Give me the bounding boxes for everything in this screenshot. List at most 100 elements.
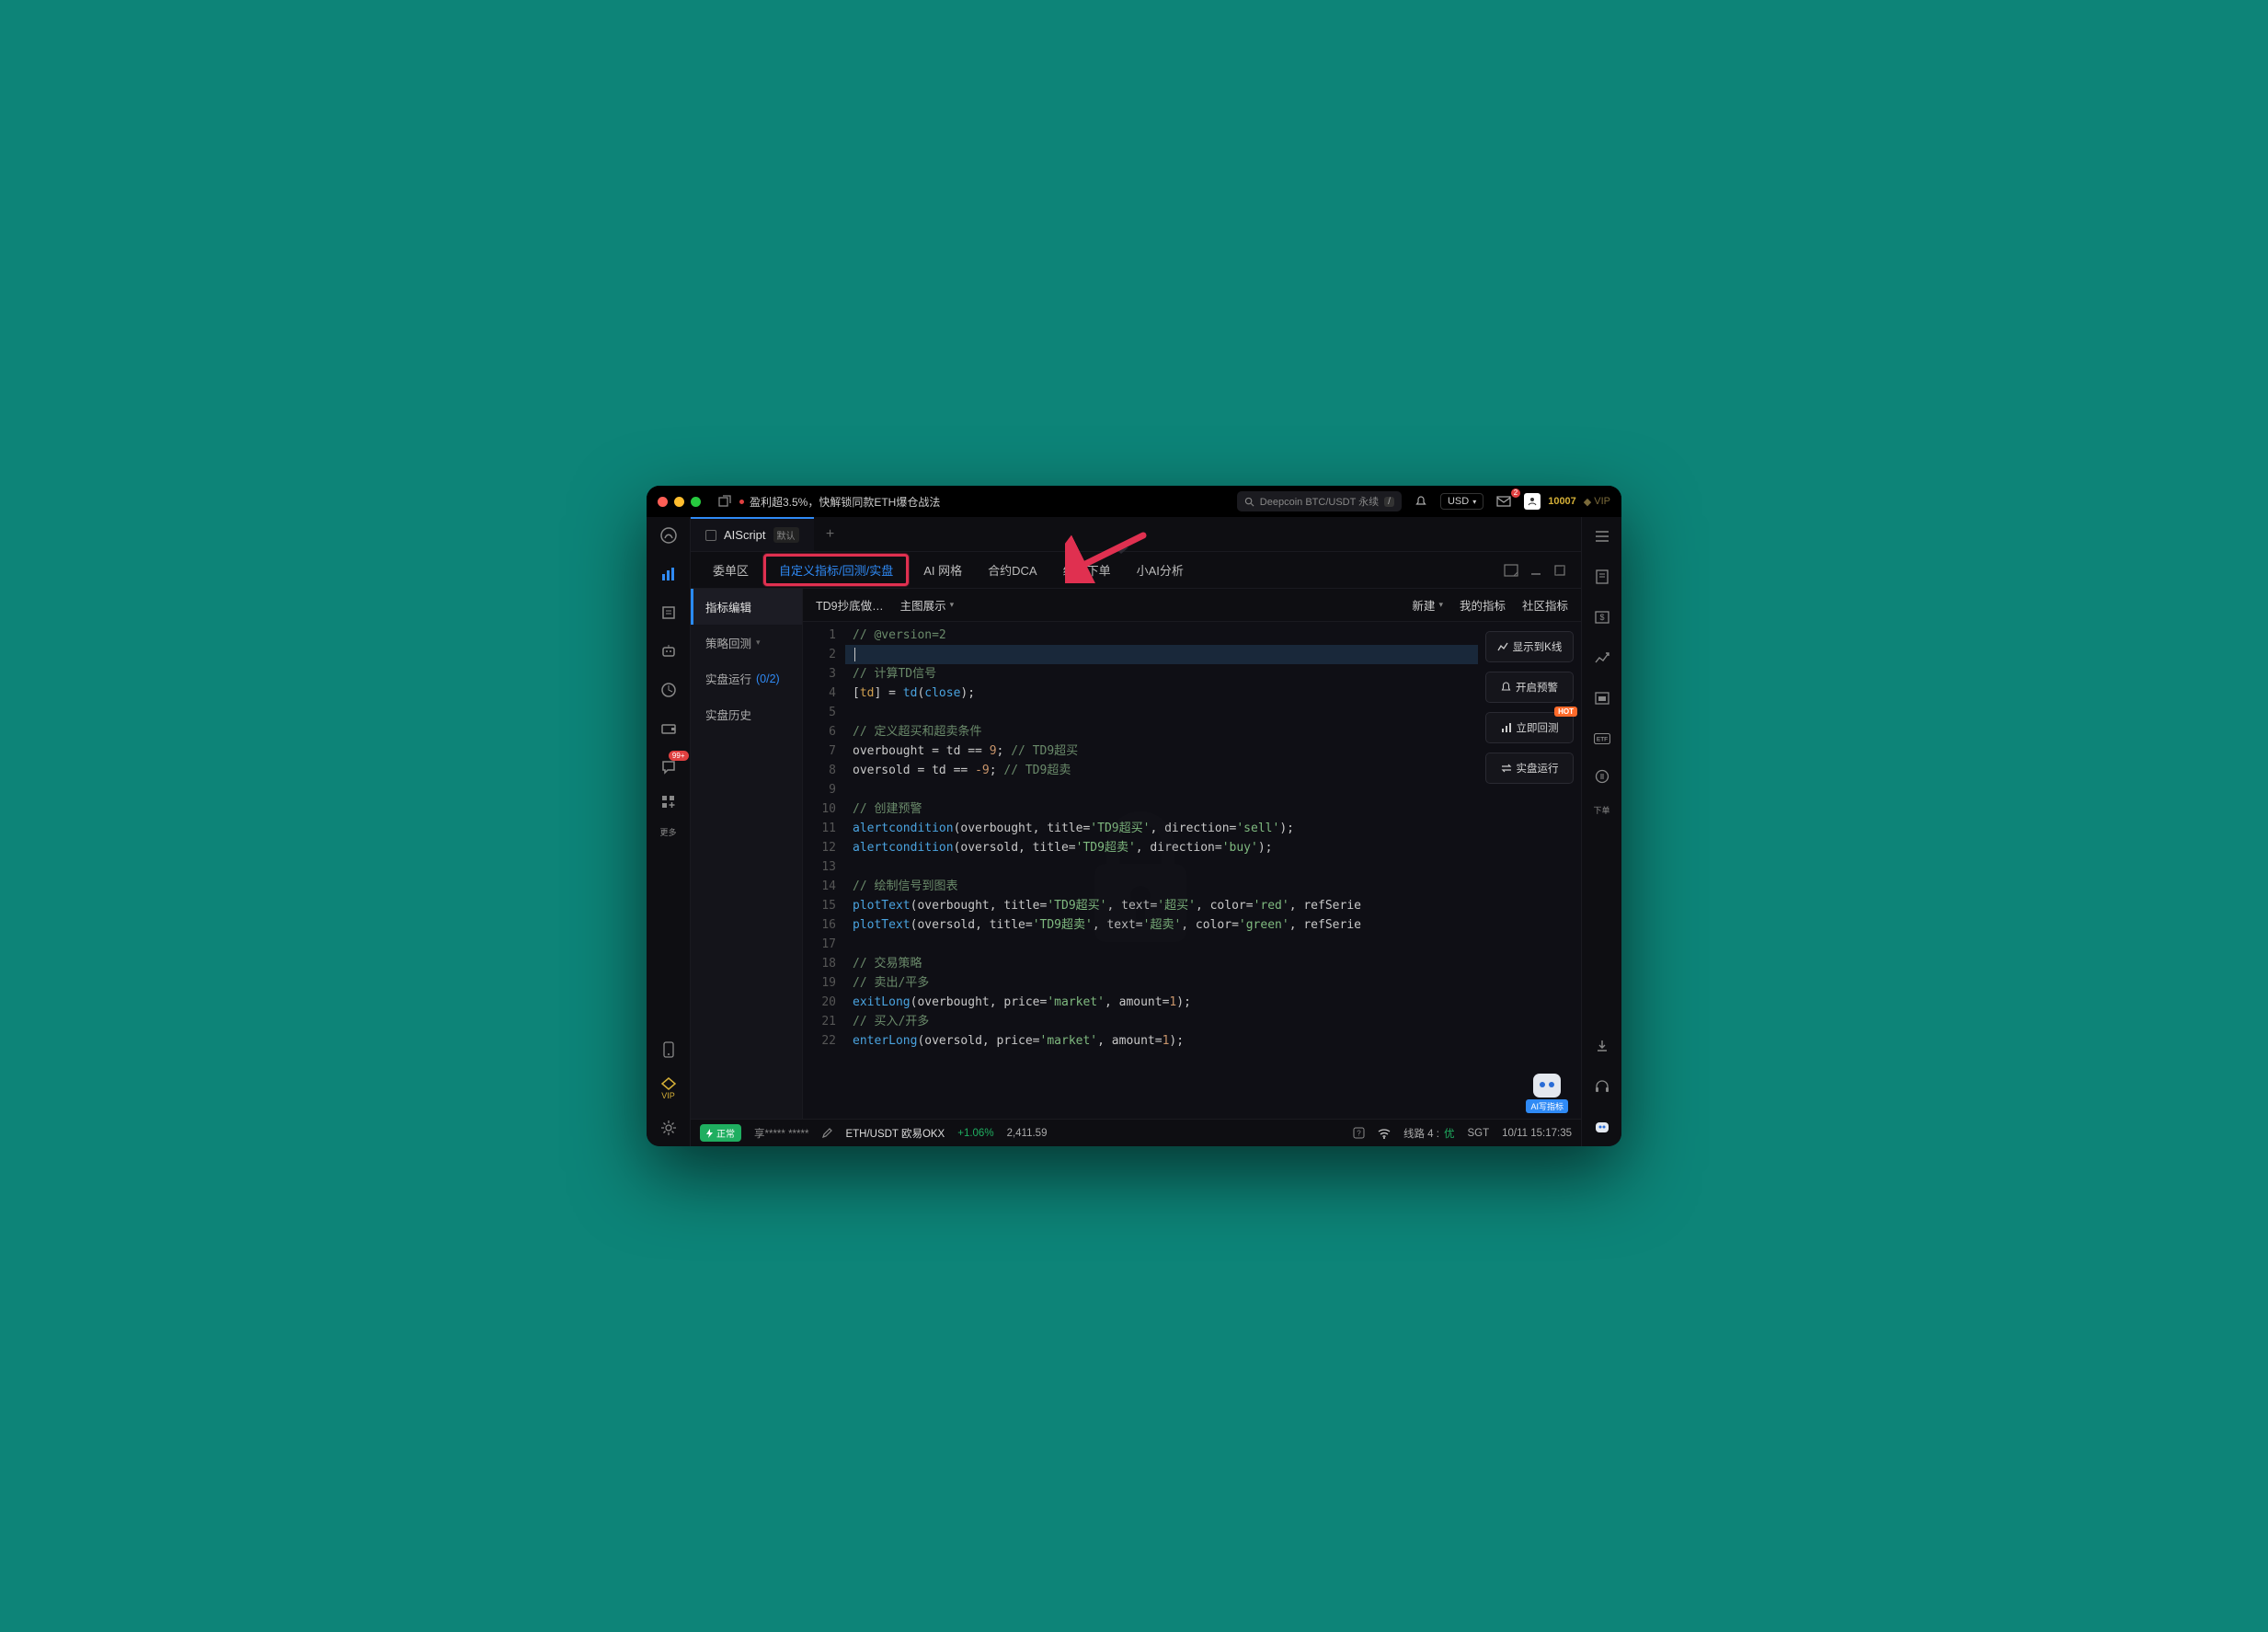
file-tab-name: AIScript [724,528,766,542]
show-on-kline-button[interactable]: 显示到K线 [1485,631,1574,662]
ai-assistant-float[interactable]: AI写指标 [1526,1074,1568,1113]
toolbar-item-4[interactable]: 组合下单 [1052,556,1122,584]
mail-icon[interactable]: 2 [1491,492,1517,511]
checkbox-icon[interactable] [705,530,716,541]
mail-badge: 2 [1511,488,1520,498]
rail-vip-icon[interactable]: VIP [658,1077,680,1100]
route-info[interactable]: 线路 4 : 优 [1403,1126,1454,1141]
rr-headset-icon[interactable] [1592,1076,1612,1097]
rr-order-icon[interactable] [1592,769,1612,784]
help-icon[interactable]: ? [1353,1127,1365,1139]
toolbar-item-0[interactable]: 委单区 [702,556,760,584]
code-line-6[interactable]: // 定义超买和超卖条件 [845,722,1478,741]
rr-panel-icon[interactable] [1592,688,1612,708]
my-indicators-link[interactable]: 我的指标 [1460,596,1506,614]
view-mode-dropdown[interactable]: 主图展示 ▾ [900,596,955,614]
new-button[interactable]: 新建 ▾ [1412,596,1443,614]
left-rail: 99+ 更多 VIP [647,517,691,1146]
code-line-19[interactable]: // 卖出/平多 [845,973,1478,993]
toolbar-item-2[interactable]: AI 网格 [912,556,973,584]
toolbar-item-1[interactable]: 自定义指标/回测/实盘 [763,554,909,586]
add-tab-button[interactable]: + [814,517,847,551]
right-rail: $ ETF 下单 [1581,517,1621,1146]
code-line-20[interactable]: exitLong(overbought, price='market', amo… [845,993,1478,1012]
tab-caret-icon [1114,547,1128,557]
toolbar-item-3[interactable]: 合约DCA [977,556,1048,584]
currency-selector[interactable]: USD ▾ [1440,493,1483,510]
close-dot[interactable] [658,497,668,507]
toolbar-item-5[interactable]: 小AI分析 [1126,556,1195,584]
rr-download-icon[interactable] [1592,1036,1612,1056]
wifi-icon[interactable] [1378,1128,1391,1139]
code-line-8[interactable]: oversold = td == -9; // TD9超卖 [845,761,1478,780]
code-line-3[interactable]: // 计算TD信号 [845,664,1478,684]
promo-bullet-icon [739,500,744,504]
community-indicators-link[interactable]: 社区指标 [1522,596,1568,614]
expand-icon[interactable] [1550,560,1570,580]
rr-list-icon[interactable] [1592,526,1612,546]
rr-bot-icon[interactable] [1592,1117,1612,1137]
app-window: 盈利超3.5%，快解锁同款ETH爆仓战法 Deepcoin BTC/USDT 永… [647,486,1621,1146]
status-badge[interactable]: 正常 [700,1124,741,1142]
script-name-dropdown[interactable]: TD9抄底做… [816,596,884,614]
side-panel-item-3[interactable]: 实盘历史 [691,696,802,732]
side-panel-item-2[interactable]: 实盘运行 (0/2) [691,661,802,696]
live-run-button[interactable]: 实盘运行 [1485,753,1574,784]
code-line-13[interactable] [845,857,1478,877]
side-panel-item-1[interactable]: 策略回测▾ [691,625,802,661]
code-line-4[interactable]: [td] = td(close); [845,684,1478,703]
enable-alert-button[interactable]: 开启预警 [1485,672,1574,703]
user-avatar[interactable] [1524,493,1541,510]
datetime-label: 10/11 15:17:35 [1502,1128,1572,1139]
file-tab-aiscript[interactable]: AIScript 默认 [691,517,814,551]
rr-etf-icon[interactable]: ETF [1592,729,1612,749]
rr-money-icon[interactable]: $ [1592,607,1612,627]
promo-banner[interactable]: 盈利超3.5%，快解锁同款ETH爆仓战法 [739,494,940,510]
rail-orders-icon[interactable] [658,602,680,624]
code-line-12[interactable]: alertcondition(oversold, title='TD9超卖', … [845,838,1478,857]
rail-settings-icon[interactable] [658,1117,680,1139]
vip-badge[interactable]: ◆ VIP [1584,496,1610,508]
code-line-5[interactable] [845,703,1478,722]
rail-chart-icon[interactable] [658,563,680,585]
maximize-dot[interactable] [691,497,701,507]
rail-wallet-icon[interactable] [658,718,680,740]
code-line-11[interactable]: alertcondition(overbought, title='TD9超买'… [845,819,1478,838]
backtest-button[interactable]: HOT 立即回测 [1485,712,1574,743]
rail-chat-icon[interactable]: 99+ [658,756,680,778]
account-label[interactable]: 享***** ***** [754,1126,808,1141]
code-line-10[interactable]: // 创建预警 [845,799,1478,819]
center-panel: AIScript 默认 + 委单区 自定义指标/回测/实盘 AI 网格 合约DC… [691,517,1581,1146]
popout-icon[interactable] [717,494,732,509]
code-source[interactable]: // @version=2 // 计算TD信号[td] = td(close); /… [845,622,1478,1054]
rr-growth-icon[interactable] [1592,648,1612,668]
code-line-21[interactable]: // 买入/开多 [845,1012,1478,1031]
symbol-label[interactable]: ETH/USDT 欧易OKX [845,1126,945,1141]
rail-more-label: 更多 [659,826,676,838]
rail-analytics-icon[interactable] [658,679,680,701]
workspace: 指标编辑策略回测▾实盘运行 (0/2)实盘历史 TD9抄底做… 主图展示 ▾ [691,589,1581,1119]
global-search[interactable]: Deepcoin BTC/USDT 永续 / [1237,491,1402,511]
code-line-17[interactable] [845,935,1478,954]
code-line-2[interactable] [845,645,1478,664]
code-line-22[interactable]: enterLong(oversold, price='market', amou… [845,1031,1478,1051]
code-editor[interactable]: 12345678910111213141516171819202122 // @… [803,622,1478,1119]
code-line-7[interactable]: overbought = td == 9; // TD9超买 [845,741,1478,761]
edit-icon[interactable] [821,1128,832,1139]
code-line-14[interactable]: // 绘制信号到图表 [845,877,1478,896]
rail-logo-icon[interactable] [658,524,680,546]
rail-robot-icon[interactable] [658,640,680,662]
code-line-16[interactable]: plotText(oversold, title='TD9超卖', text='… [845,915,1478,935]
side-panel-item-0[interactable]: 指标编辑 [691,589,802,625]
rr-note-icon[interactable] [1592,567,1612,587]
rail-apps-icon[interactable] [658,795,680,810]
code-line-18[interactable]: // 交易策略 [845,954,1478,973]
rail-mobile-icon[interactable] [658,1039,680,1061]
notifications-icon[interactable] [1409,492,1433,511]
minimize-dot[interactable] [674,497,684,507]
layout-icon[interactable] [1500,560,1522,580]
code-line-15[interactable]: plotText(overbought, title='TD9超买', text… [845,896,1478,915]
minimize-icon[interactable] [1526,560,1546,580]
code-line-1[interactable]: // @version=2 [845,626,1478,645]
code-line-9[interactable] [845,780,1478,799]
